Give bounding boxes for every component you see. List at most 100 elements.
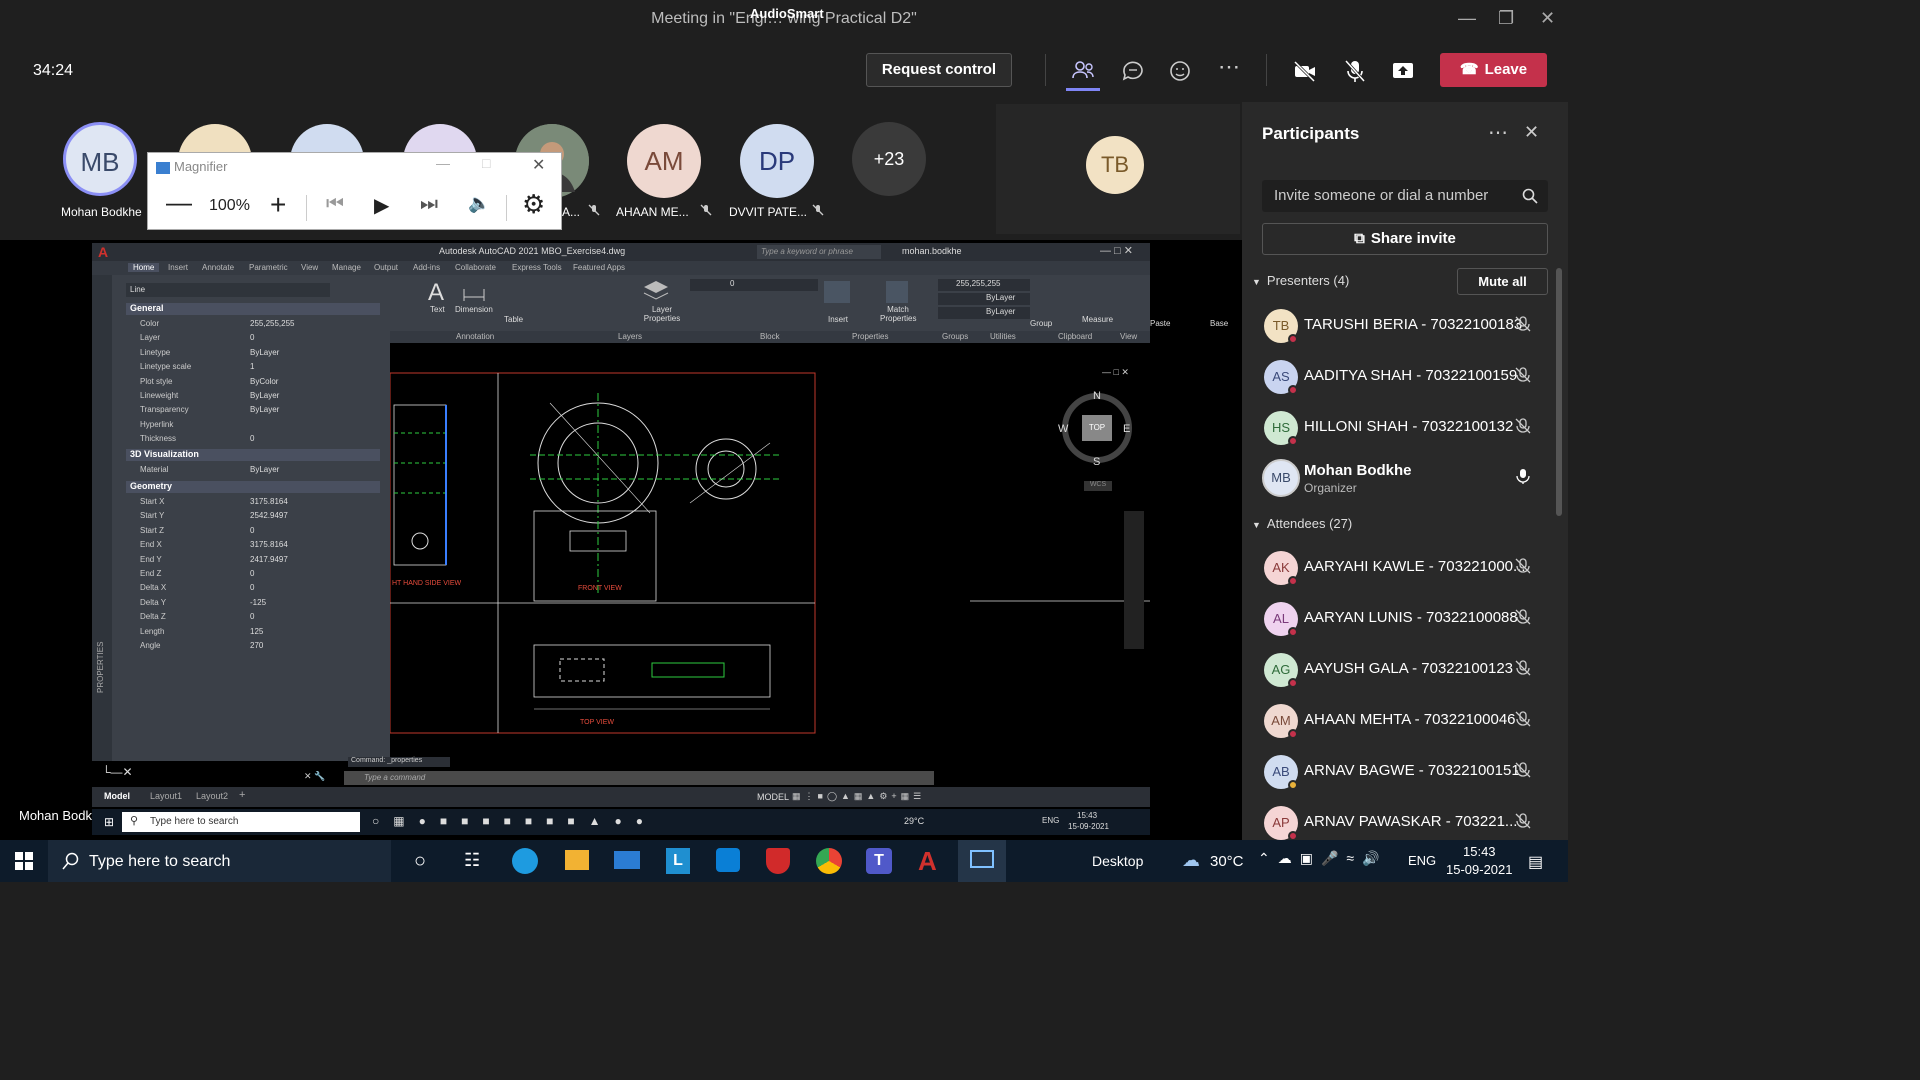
participant-row[interactable]: AM AHAAN MEHTA - 70322100046 <box>1242 697 1568 745</box>
camera-off-icon[interactable] <box>1292 58 1318 84</box>
panel-scrollbar[interactable] <box>1556 268 1562 516</box>
cortana-icon[interactable]: ○ <box>414 850 426 873</box>
presenters-header[interactable]: ▼ Presenters (4) <box>1252 273 1349 288</box>
ribbon-tab-addins[interactable]: Add-ins <box>413 263 440 272</box>
inner-windows-icon[interactable]: ⊞ <box>104 815 114 829</box>
paste-label[interactable]: Paste <box>1150 319 1170 328</box>
measure-label[interactable]: Measure <box>1082 315 1113 324</box>
navigation-bar[interactable] <box>1124 511 1144 649</box>
people-icon[interactable] <box>1070 58 1096 84</box>
group-label[interactable]: Group <box>1030 319 1052 328</box>
attendees-header[interactable]: ▼ Attendees (27) <box>1252 516 1352 531</box>
wcs-label[interactable]: WCS <box>1084 481 1112 491</box>
close-window-icon[interactable]: ✕ <box>1540 8 1555 29</box>
windows-start-icon[interactable] <box>15 852 33 870</box>
lineweight-dropdown[interactable]: ByLayer <box>938 307 1030 319</box>
mic-off-icon[interactable] <box>1514 366 1532 384</box>
edge-icon[interactable] <box>512 848 538 874</box>
share-screen-icon[interactable] <box>1390 58 1416 84</box>
mic-off-icon[interactable] <box>1514 710 1532 728</box>
minimize-icon[interactable]: — <box>436 155 450 171</box>
restore-icon[interactable]: □ <box>482 155 490 171</box>
group-properties[interactable]: Properties <box>852 332 888 341</box>
viewport-controls[interactable]: — □ ✕ <box>1102 367 1129 378</box>
property-value[interactable]: 125 <box>250 627 263 636</box>
panel-close-icon[interactable]: ✕ <box>1524 122 1539 143</box>
mail-icon[interactable] <box>614 851 640 869</box>
property-value[interactable]: ByLayer <box>250 348 279 357</box>
group-layers[interactable]: Layers <box>618 332 642 341</box>
read-from-here-icon[interactable]: 🔈 <box>468 193 490 214</box>
chrome-icon[interactable] <box>816 848 842 874</box>
property-value[interactable]: 0 <box>250 569 254 578</box>
layer-dropdown[interactable]: 0 <box>690 279 818 291</box>
ribbon-tab-manage[interactable]: Manage <box>332 263 361 272</box>
layout-tab-model[interactable]: Model <box>104 791 130 801</box>
group-block[interactable]: Block <box>760 332 780 341</box>
participant-row[interactable]: AG AAYUSH GALA - 70322100123 <box>1242 646 1568 694</box>
leave-button[interactable]: ☎ Leave <box>1440 53 1547 87</box>
file-explorer-icon[interactable] <box>565 850 589 870</box>
property-value[interactable]: 0 <box>250 434 254 443</box>
property-value[interactable]: ByLayer <box>250 405 279 414</box>
lens-app-icon[interactable]: L <box>666 848 690 874</box>
property-value[interactable]: 0 <box>250 583 254 592</box>
participant-row[interactable]: HS HILLONI SHAH - 70322100132 <box>1242 404 1568 452</box>
taskbar-temp[interactable]: 30°C <box>1210 853 1244 870</box>
property-value[interactable]: 2542.9497 <box>250 511 288 520</box>
property-value[interactable]: 270 <box>250 641 263 650</box>
close-icon[interactable]: ✕ <box>532 155 545 175</box>
status-toggles[interactable]: ▦⋮■◯▲▦▲⚙+▦☰ <box>792 791 1142 803</box>
mic-off-icon[interactable] <box>1514 608 1532 626</box>
layout-tab-2[interactable]: Layout2 <box>196 791 228 801</box>
inner-search-box[interactable]: Type here to search <box>122 812 360 832</box>
more-options-icon[interactable]: ⋯ <box>1218 54 1240 80</box>
section-general[interactable]: General <box>126 303 380 315</box>
desktop-label[interactable]: Desktop <box>1092 853 1143 869</box>
base-label[interactable]: Base <box>1210 319 1228 328</box>
invite-input[interactable]: Invite someone or dial a number <box>1262 180 1548 212</box>
dimension-icon[interactable] <box>462 281 486 303</box>
zoom-in-icon[interactable]: + <box>270 189 286 221</box>
ribbon-tab-featured[interactable]: Featured Apps <box>573 263 625 272</box>
ribbon-tab-output[interactable]: Output <box>374 263 398 272</box>
ribbon-tab-parametric[interactable]: Parametric <box>249 263 288 272</box>
technical-drawing[interactable]: HT HAND SIDE VIEW FRONT VIEW TOP VIEW <box>389 363 1150 761</box>
taskbar-date[interactable]: 15-09-2021 <box>1446 862 1513 877</box>
system-tray-icons[interactable]: ⌃☁▣🎤≈🔊 <box>1258 850 1388 867</box>
ribbon-tab-express[interactable]: Express Tools <box>512 263 562 272</box>
command-input[interactable]: Type a command <box>344 771 934 785</box>
property-value[interactable]: 3175.8164 <box>250 497 288 506</box>
taskbar-search-box[interactable]: Type here to search <box>48 840 391 882</box>
section-geometry[interactable]: Geometry <box>126 481 380 493</box>
request-control-button[interactable]: Request control <box>866 53 1012 87</box>
security-app-icon[interactable] <box>766 848 790 874</box>
taskbar-lang[interactable]: ENG <box>1408 853 1436 868</box>
notifications-icon[interactable]: ▤ <box>1528 852 1543 872</box>
property-value[interactable]: 1 <box>250 362 254 371</box>
color-dropdown[interactable]: 255,255,255 <box>938 279 1030 291</box>
property-value[interactable]: -125 <box>250 598 266 607</box>
mic-on-icon[interactable] <box>1514 467 1532 485</box>
view-cube-top[interactable]: TOP <box>1082 415 1112 441</box>
previous-icon[interactable]: ⏮ <box>326 193 344 216</box>
participant-row-organizer[interactable]: MB Mohan Bodkhe Organizer <box>1242 454 1568 502</box>
mic-off-icon[interactable] <box>1514 557 1532 575</box>
group-groups[interactable]: Groups <box>942 332 968 341</box>
chat-icon[interactable] <box>1120 58 1146 84</box>
drawing-canvas[interactable]: HT HAND SIDE VIEW FRONT VIEW TOP VIEW — … <box>389 363 1150 761</box>
mic-off-icon[interactable] <box>1514 315 1532 333</box>
minimize-icon[interactable]: — <box>1458 8 1476 29</box>
property-value[interactable]: 2417.9497 <box>250 555 288 564</box>
insert-block-icon[interactable] <box>824 281 850 303</box>
group-view[interactable]: View <box>1120 332 1137 341</box>
text-tool-icon[interactable]: A <box>428 279 444 307</box>
linetype-dropdown[interactable]: ByLayer <box>938 293 1030 305</box>
participant-row[interactable]: TB TARUSHI BERIA - 70322100183 <box>1242 302 1568 350</box>
section-3d-visualization[interactable]: 3D Visualization <box>126 449 380 461</box>
property-value[interactable]: 255,255,255 <box>250 319 295 328</box>
ribbon-tab-collaborate[interactable]: Collaborate <box>455 263 496 272</box>
participant-row[interactable]: AS AADITYA SHAH - 70322100159 <box>1242 353 1568 401</box>
group-clipboard[interactable]: Clipboard <box>1058 332 1092 341</box>
autocad-logo-icon[interactable]: A <box>98 244 108 260</box>
